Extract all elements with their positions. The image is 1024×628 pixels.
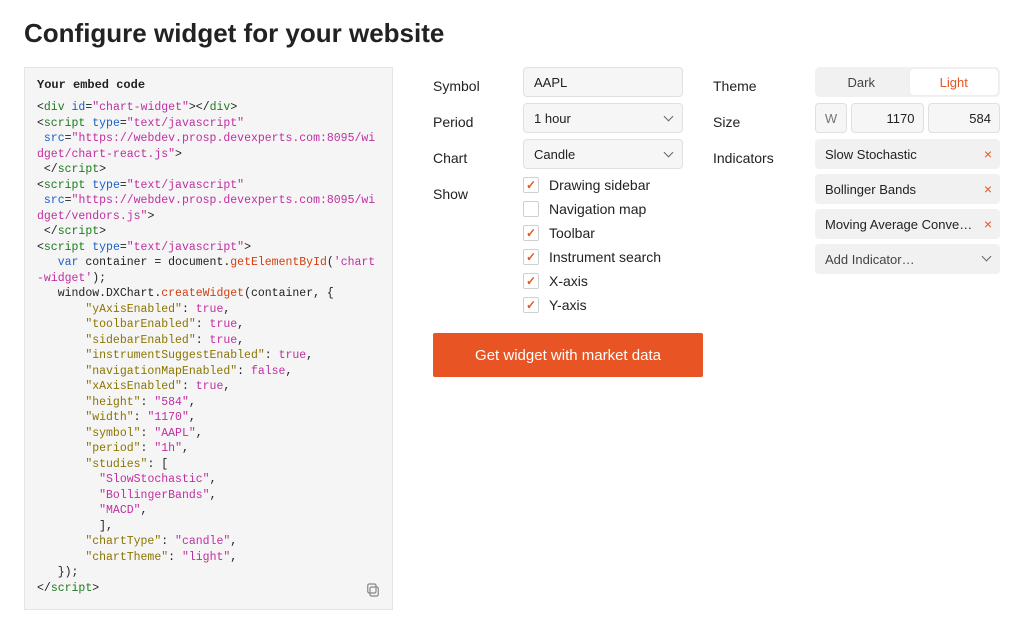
checkbox-instrument-search[interactable]	[523, 249, 539, 265]
indicator-chip: Moving Average Converg… ×	[815, 209, 1000, 239]
remove-icon[interactable]: ×	[978, 181, 992, 197]
checkbox-y-axis[interactable]	[523, 297, 539, 313]
checkbox-label: Instrument search	[549, 249, 661, 265]
checkbox-drawing-sidebar[interactable]	[523, 177, 539, 193]
label-symbol: Symbol	[433, 71, 493, 101]
period-select[interactable]: 1 hour	[523, 103, 683, 133]
size-width-placeholder[interactable]	[815, 103, 847, 133]
copy-icon[interactable]	[364, 581, 382, 599]
chart-select[interactable]: Candle	[523, 139, 683, 169]
label-chart: Chart	[433, 143, 493, 173]
get-widget-button[interactable]: Get widget with market data	[433, 333, 703, 377]
size-height-input[interactable]	[928, 103, 1001, 133]
indicators-list: Slow Stochastic × Bollinger Bands × Movi…	[815, 139, 1000, 279]
checkbox-label: Drawing sidebar	[549, 177, 650, 193]
embed-code-header: Your embed code	[37, 78, 380, 92]
page-title: Configure widget for your website	[24, 18, 1000, 49]
indicator-name: Bollinger Bands	[825, 182, 916, 197]
checkbox-label: Y-axis	[549, 297, 587, 313]
checkbox-navigation-map[interactable]	[523, 201, 539, 217]
remove-icon[interactable]: ×	[978, 216, 992, 232]
label-indicators: Indicators	[713, 143, 785, 173]
indicator-chip: Bollinger Bands ×	[815, 174, 1000, 204]
checkbox-toolbar[interactable]	[523, 225, 539, 241]
indicator-name: Moving Average Converg…	[825, 217, 975, 232]
theme-dark[interactable]: Dark	[817, 69, 906, 95]
embed-code[interactable]: <div id="chart-widget"></div> <script ty…	[37, 100, 380, 597]
remove-icon[interactable]: ×	[978, 146, 992, 162]
symbol-input[interactable]: AAPL	[523, 67, 683, 97]
add-indicator-select[interactable]: Add Indicator…	[815, 244, 1000, 274]
indicator-chip: Slow Stochastic ×	[815, 139, 1000, 169]
size-width-input[interactable]	[851, 103, 924, 133]
embed-code-panel: Your embed code <div id="chart-widget"><…	[24, 67, 393, 610]
label-size: Size	[713, 107, 785, 137]
checkbox-label: Navigation map	[549, 201, 646, 217]
theme-toggle: Dark Light	[815, 67, 1000, 97]
theme-light[interactable]: Light	[910, 69, 999, 95]
label-show: Show	[433, 179, 493, 209]
checkbox-x-axis[interactable]	[523, 273, 539, 289]
show-checklist: Drawing sidebar Navigation map Toolbar I…	[523, 177, 683, 313]
indicator-name: Slow Stochastic	[825, 147, 917, 162]
config-form: Symbol Period Chart Show AAPL 1 hour Can…	[433, 67, 1000, 313]
label-period: Period	[433, 107, 493, 137]
checkbox-label: X-axis	[549, 273, 588, 289]
label-theme: Theme	[713, 71, 785, 101]
checkbox-label: Toolbar	[549, 225, 595, 241]
